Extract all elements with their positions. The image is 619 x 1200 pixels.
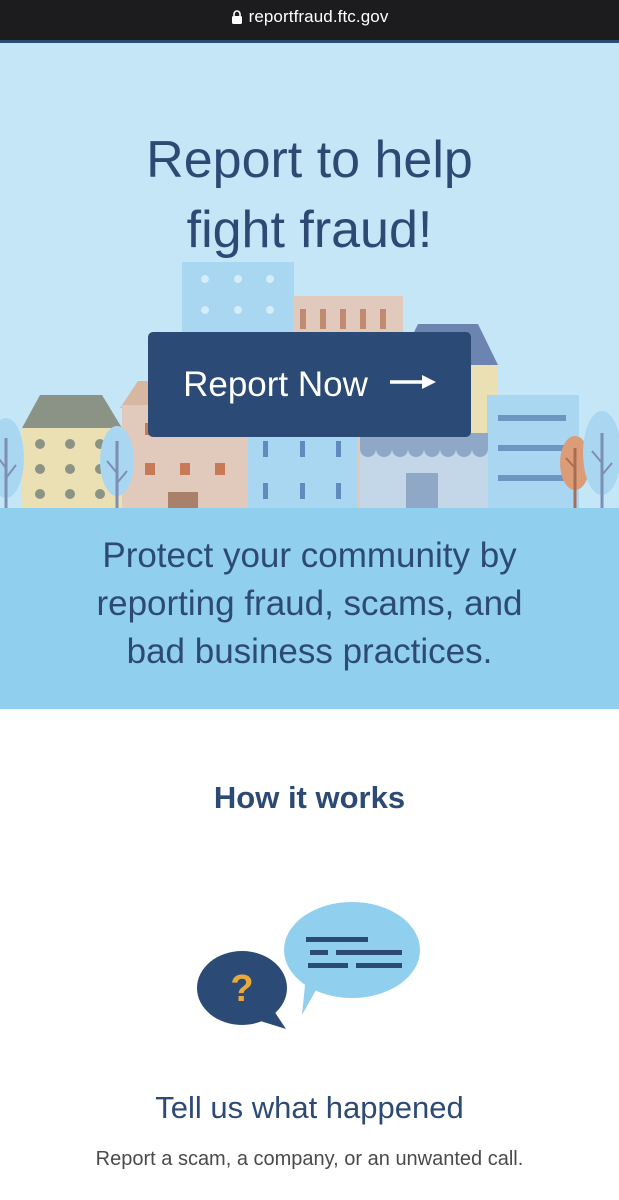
step-description: Report a scam, a company, or an unwanted…: [95, 1148, 524, 1170]
hero-section: Report to help fight fraud! Report Now: [0, 43, 619, 508]
browser-url-bar[interactable]: reportfraud.ftc.gov: [0, 0, 619, 40]
arrow-right-icon: [389, 372, 436, 397]
chat-bubbles-icon: ?: [190, 895, 430, 1040]
hero-title-line-1: Report to help: [146, 131, 473, 189]
report-now-button[interactable]: Report Now: [148, 332, 471, 437]
step-title: Tell us what happened: [155, 1090, 464, 1125]
protect-line-3: bad business practices.: [126, 631, 493, 671]
question-mark: ?: [230, 968, 253, 1010]
protect-line-1: Protect your community by: [102, 535, 517, 575]
protect-community-text: Protect your community by reporting frau…: [30, 532, 590, 676]
hero-title: Report to help fight fraud!: [0, 125, 619, 265]
hero-title-line-2: fight fraud!: [186, 201, 433, 259]
city-illustration: [0, 262, 619, 508]
protect-community-band: Protect your community by reporting frau…: [0, 508, 619, 709]
protect-line-2: reporting fraud, scams, and: [96, 583, 523, 623]
lock-icon: [231, 10, 243, 24]
report-now-label: Report Now: [183, 364, 368, 404]
url-text: reportfraud.ftc.gov: [248, 7, 389, 26]
how-it-works-heading: How it works: [213, 780, 406, 815]
